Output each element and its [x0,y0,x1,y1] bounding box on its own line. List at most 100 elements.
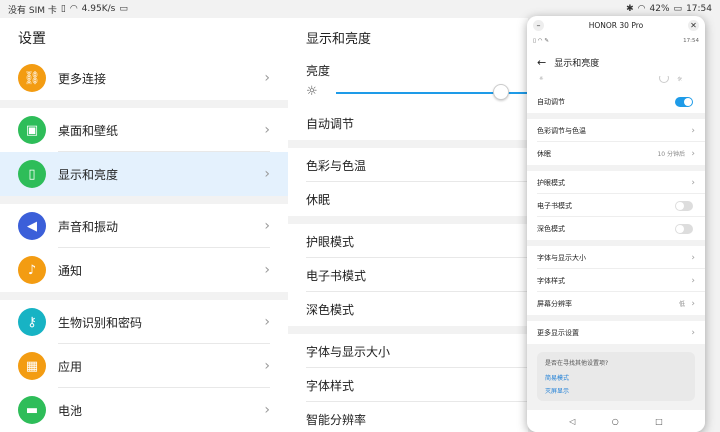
sleep-row[interactable]: 休眠 [288,182,528,216]
phone-font-style-row[interactable]: 字体样式 › [527,269,705,292]
suggestion-card: 是否在寻找其他设置项? 简易模式 灭屏显示 [537,352,695,401]
phone-font-style-label: 字体样式 [537,276,565,285]
phone-eye-comfort-label: 护眼模式 [537,178,565,187]
chevron-right-icon: › [264,122,270,138]
font-size-row[interactable]: 字体与显示大小 [288,334,528,368]
phone-font-size-row[interactable]: 字体与显示大小 › [527,246,705,269]
settings-group: ◀ 声音和振动 › ♪ 通知 › [0,204,288,292]
chevron-right-icon: › [264,218,270,234]
font-block: 字体与显示大小 字体样式 智能分辨率 [288,334,528,432]
phone-status-icons: ▯ ◠ ✎ [533,38,549,44]
notification-icon: ▭ [119,4,128,14]
sun-icon: ☼ [306,84,318,99]
phone-brightness-slider[interactable]: ☼ ☼ [527,76,705,90]
phone-ebook-row[interactable]: 电子书模式 [527,194,705,217]
settings-list-pane: 设置 ⛓ 更多连接 › ▣ 桌面和壁纸 › ▯ 显示和亮度 › ◀ 声音和振动 › ♪ 通知 › ⚷ 生物识别和… [0,18,288,432]
phone-auto-adjust-label: 自动调节 [537,97,565,106]
settings-item[interactable]: ♪ 通知 › [0,248,288,292]
settings-item-label: 应用 [58,359,83,374]
brightness-block: 亮度 ☼ 自动调节 [288,56,528,140]
phone-header-title: 显示和亮度 [554,58,600,69]
settings-group: ⛓ 更多连接 › [0,56,288,100]
screen-off-display-link[interactable]: 灭屏显示 [545,386,687,395]
nav-back-icon[interactable]: ◁ [569,417,575,426]
close-button[interactable]: ✕ [687,19,699,31]
color-temp-row[interactable]: 色彩与色温 [288,148,528,182]
chevron-right-icon: › [691,252,695,263]
resolution-value: 低 [678,301,685,308]
chevron-right-icon: › [691,327,695,338]
sim-icon: ▯ [60,4,66,14]
clock: 17:54 [686,4,712,14]
wifi-status-icon: ◠ [637,4,646,14]
settings-item-label: 更多连接 [58,71,107,86]
phone-statusbar: ▯ ◠ ✎ 17:54 [527,34,705,48]
window-titlebar[interactable]: – HONOR 30 Pro ✕ [527,16,705,34]
slider-thumb[interactable] [493,84,510,100]
link-icon: ⛓ [18,64,46,92]
display-title: 显示和亮度 [288,18,528,56]
auto-adjust-toggle[interactable] [675,96,693,107]
chevron-right-icon: › [691,298,695,309]
ebook-label: 电子书模式 [306,268,367,283]
settings-item-label: 生物识别和密码 [58,315,143,330]
phone-resolution-row[interactable]: 屏幕分辨率 低 › [527,292,705,315]
phone-dark-row[interactable]: 深色模式 [527,217,705,240]
simple-mode-link[interactable]: 简易模式 [545,373,687,382]
ebook-row[interactable]: 电子书模式 [288,258,528,292]
settings-item[interactable]: ◀ 声音和振动 › [0,204,288,248]
back-arrow-icon[interactable]: ← [537,56,546,69]
resolution-row[interactable]: 智能分辨率 [288,402,528,432]
chevron-right-icon: › [691,275,695,286]
settings-item[interactable]: ▣ 桌面和壁纸 › [0,108,288,152]
auto-adjust-row[interactable]: 自动调节 [288,106,528,140]
display-settings-pane: 显示和亮度 亮度 ☼ 自动调节 色彩与色温 休眠 护眼模式 电子书模式 深色模式… [288,18,528,432]
phone-more-display-row[interactable]: 更多显示设置 › [527,321,705,344]
settings-item[interactable]: ▬ 电池 › [0,388,288,432]
page-title: 设置 [0,18,288,56]
chevron-right-icon: › [264,314,270,330]
battery-icon: ▭ [673,4,683,14]
phone-dark-label: 深色模式 [537,224,565,233]
phone-modes-block: 护眼模式 › 电子书模式 深色模式 [527,171,705,240]
phone-header: ← 显示和亮度 [527,48,705,76]
battery-icon: ▬ [18,396,46,424]
phone-auto-adjust-row[interactable]: 自动调节 [527,90,705,113]
phone-color-temp-row[interactable]: 色彩调节与色温 › [527,119,705,142]
phone-color-temp-label: 色彩调节与色温 [537,126,586,135]
phone-slider-thumb[interactable] [659,76,669,83]
ebook-toggle[interactable] [675,200,693,211]
settings-item-label: 通知 [58,263,83,278]
settings-item[interactable]: ▯ 显示和亮度 › [0,152,288,196]
brightness-slider[interactable]: ☼ [288,80,528,106]
auto-adjust-label: 自动调节 [306,116,355,131]
settings-item[interactable]: ⛓ 更多连接 › [0,56,288,100]
nav-recents-icon[interactable]: □ [655,417,663,426]
settings-item[interactable]: ▦ 应用 › [0,344,288,388]
minimize-button[interactable]: – [533,19,544,31]
phone-eye-comfort-row[interactable]: 护眼模式 › [527,171,705,194]
eye-comfort-row[interactable]: 护眼模式 [288,224,528,258]
phone-sleep-row[interactable]: 休眠 10 分钟后 › [527,142,705,165]
settings-item[interactable]: ⚷ 生物识别和密码 › [0,300,288,344]
settings-item-label: 桌面和壁纸 [58,123,119,138]
phone-more-display-label: 更多显示设置 [537,328,579,337]
phone-content: ☼ ☼ 自动调节 色彩调节与色温 › 休眠 10 分钟后 › 护眼模式 › 电子… [527,76,705,410]
brightness-label: 亮度 [306,64,331,78]
battery-percent: 42% [649,4,670,14]
dark-mode-row[interactable]: 深色模式 [288,292,528,326]
chevron-right-icon: › [691,148,695,159]
carrier-text: 没有 SIM 卡 [8,5,57,16]
font-style-row[interactable]: 字体样式 [288,368,528,402]
nav-home-icon[interactable]: ○ [612,417,619,426]
phone-sleep-label: 休眠 [537,149,551,158]
key-icon: ⚷ [18,308,46,336]
phone-font-size-label: 字体与显示大小 [537,253,586,262]
grid-icon: ▦ [18,352,46,380]
chevron-right-icon: › [264,402,270,418]
dark-mode-toggle[interactable] [675,223,693,234]
phone-more-block: 更多显示设置 › [527,321,705,344]
bell-icon: ♪ [18,256,46,284]
chevron-right-icon: › [691,177,695,188]
floating-phone-window[interactable]: – HONOR 30 Pro ✕ ▯ ◠ ✎ 17:54 ← 显示和亮度 ☼ ☼… [527,16,705,432]
